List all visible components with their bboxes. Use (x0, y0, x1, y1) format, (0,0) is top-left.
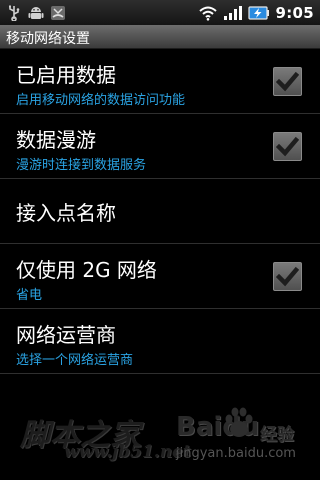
watermark-jingyan-label: 经验 (260, 425, 294, 445)
setting-summary: 选择一个网络运营商 (16, 353, 134, 368)
system-icons: 9:05 (198, 4, 320, 22)
page-title: 移动网络设置 (6, 31, 90, 47)
data-enabled-checkbox[interactable] (273, 67, 302, 96)
signal-icon (224, 5, 243, 20)
settings-list: 已启用数据 启用移动网络的数据访问功能 数据漫游 漫游时连接到数据服务 接入点名… (0, 49, 320, 374)
wifi-icon (199, 6, 218, 21)
checkmark-icon (276, 71, 299, 92)
data-roaming-checkbox[interactable] (273, 132, 302, 161)
watermark-jingyan-url: jingyan.baidu.com (176, 446, 296, 461)
checkmark-icon (276, 266, 299, 287)
phone-missed-icon (51, 5, 65, 20)
setting-item-network-operators[interactable]: 网络运营商 选择一个网络运营商 (0, 309, 320, 373)
setting-summary: 启用移动网络的数据访问功能 (16, 93, 186, 108)
setting-item-data-roaming[interactable]: 数据漫游 漫游时连接到数据服务 (0, 114, 320, 178)
notification-icons (0, 5, 66, 21)
setting-title: 仅使用 2G 网络 (16, 258, 157, 282)
usb-icon (9, 5, 20, 21)
title-bar: 移动网络设置 (0, 25, 320, 49)
setting-title: 接入点名称 (16, 201, 116, 225)
setting-title: 网络运营商 (16, 323, 116, 347)
checkmark-icon (276, 136, 299, 157)
setting-title: 数据漫游 (16, 128, 96, 152)
paw-icon (225, 407, 253, 437)
setting-item-data-enabled[interactable]: 已启用数据 启用移动网络的数据访问功能 (0, 49, 320, 113)
divider (0, 373, 320, 374)
battery-charging-icon (248, 5, 270, 20)
watermark-baidu-jingyan: Baidu 经验 jingyan.baidu.com (176, 407, 308, 468)
android-debug-icon (28, 6, 44, 19)
status-time: 9:05 (275, 3, 314, 22)
status-bar: 9:05 (0, 0, 320, 25)
watermark-jb51-url: www.jb51.net (64, 442, 191, 462)
setting-item-use-2g-only[interactable]: 仅使用 2G 网络 省电 (0, 244, 320, 308)
setting-summary: 漫游时连接到数据服务 (16, 158, 147, 173)
setting-title: 已启用数据 (16, 63, 116, 87)
setting-summary: 省电 (16, 288, 43, 303)
setting-item-access-point-names[interactable]: 接入点名称 (0, 179, 320, 243)
use-2g-only-checkbox[interactable] (273, 262, 302, 291)
